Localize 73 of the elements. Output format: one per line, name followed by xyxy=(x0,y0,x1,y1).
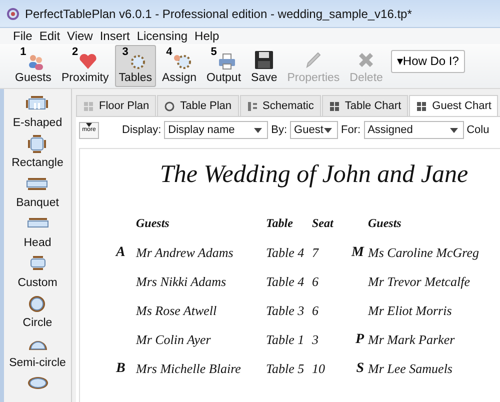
display-dropdown[interactable]: Display name xyxy=(164,121,268,139)
tab[interactable]: Guest Chart xyxy=(409,95,498,116)
table-name: Table 1 xyxy=(266,332,304,346)
initial-letter: A xyxy=(116,245,126,260)
column-header: Table xyxy=(266,216,294,231)
guest-name: Mr Lee Samuels xyxy=(368,360,452,376)
seat-number: 7 xyxy=(312,244,318,260)
toolbar-button[interactable]: 2 Proximity xyxy=(57,45,113,87)
seat-number: 6 xyxy=(312,274,318,288)
table-name: Table 5 xyxy=(266,360,304,376)
table-shape-label[interactable]: Semi-circle xyxy=(9,353,66,373)
window-title: PerfectTablePlan v6.0.1 - Professional edition - wedding_sample_v16.tp* xyxy=(25,6,412,20)
menu-item[interactable]: Licensing xyxy=(136,29,188,44)
display-label: Display: xyxy=(122,124,162,136)
guest-name: Mr Mark Parker xyxy=(368,332,455,346)
guest-name: Ms Rose Atwell xyxy=(136,302,217,318)
initial-letter: S xyxy=(356,361,364,376)
app-icon xyxy=(6,6,20,20)
initial-letter: M xyxy=(352,245,364,260)
table-name: Table 3 xyxy=(266,302,304,318)
toolbar-button[interactable]: 3 Tables xyxy=(114,45,156,87)
column-label: Colu xyxy=(466,124,490,136)
guest-name: Mr Colin Ayer xyxy=(136,332,211,346)
by-dropdown[interactable]: Guest xyxy=(290,121,338,139)
tab[interactable]: Table Chart xyxy=(322,95,408,116)
for-dropdown[interactable]: Assigned xyxy=(364,121,464,139)
guest-name: Mr Trevor Metcalfe xyxy=(368,274,470,288)
table-name: Table 4 xyxy=(266,274,304,288)
guest-name: Mr Eliot Morris xyxy=(368,302,452,318)
dropdown-arrow-icon xyxy=(450,128,458,132)
for-label: For: xyxy=(341,124,361,136)
toolbar-button[interactable]: 4 Assign xyxy=(158,45,200,87)
toolbar-button[interactable]: Save xyxy=(247,45,282,87)
guest-name: Ms Caroline McGreg xyxy=(368,244,479,260)
initial-letter: P xyxy=(355,332,364,347)
person-table-icon xyxy=(172,52,192,70)
by-label: By: xyxy=(271,124,288,136)
caret-icon xyxy=(86,122,92,126)
menu-item[interactable]: File xyxy=(13,29,32,44)
tab[interactable]: Floor Plan xyxy=(76,95,156,116)
printer-icon xyxy=(216,52,237,70)
table-shape-label[interactable]: Banquet xyxy=(16,193,59,213)
guest-name: Mr Andrew Adams xyxy=(136,244,234,260)
dropdown-arrow-icon xyxy=(324,128,332,132)
table-shape-label[interactable]: Circle xyxy=(22,313,52,333)
tab[interactable]: Schematic xyxy=(240,95,321,116)
table-shape-icon[interactable] xyxy=(26,375,50,389)
table-shape-label[interactable]: Rectangle xyxy=(12,153,64,173)
menu-item[interactable]: Insert xyxy=(100,29,130,44)
guest-name: Mrs Michelle Blaire xyxy=(136,360,241,376)
column-header: Guests xyxy=(136,216,170,231)
menu-item[interactable]: Edit xyxy=(39,29,60,44)
table-shape-label[interactable]: Custom xyxy=(18,273,58,293)
chart-title: The Wedding of John and Jane xyxy=(159,160,470,189)
initial-letter: B xyxy=(116,361,126,376)
table-shape-label[interactable]: E-shaped xyxy=(12,113,62,133)
column-header: Guests xyxy=(368,216,402,231)
table-shape-label[interactable]: Head xyxy=(24,233,52,253)
dropdown-arrow-icon xyxy=(254,128,262,132)
menu-item[interactable]: Help xyxy=(194,29,220,44)
seat-number: 6 xyxy=(312,302,318,318)
toolbar-button[interactable]: 1 Guests xyxy=(11,45,56,87)
menu-item[interactable]: View xyxy=(67,29,93,44)
guest-name: Mrs Nikki Adams xyxy=(136,274,226,288)
table-shape-icon[interactable] xyxy=(25,175,50,193)
tab[interactable]: Table Plan xyxy=(157,95,239,116)
how-do-i-button[interactable]: ▾How Do I? xyxy=(390,50,465,72)
seat-number: 10 xyxy=(312,360,325,376)
heart-icon xyxy=(78,52,98,70)
table-name: Table 4 xyxy=(266,244,304,260)
toolbar-button[interactable]: 5 Output xyxy=(202,45,246,87)
seat-number: 3 xyxy=(312,332,318,346)
column-header: Seat xyxy=(312,216,335,231)
